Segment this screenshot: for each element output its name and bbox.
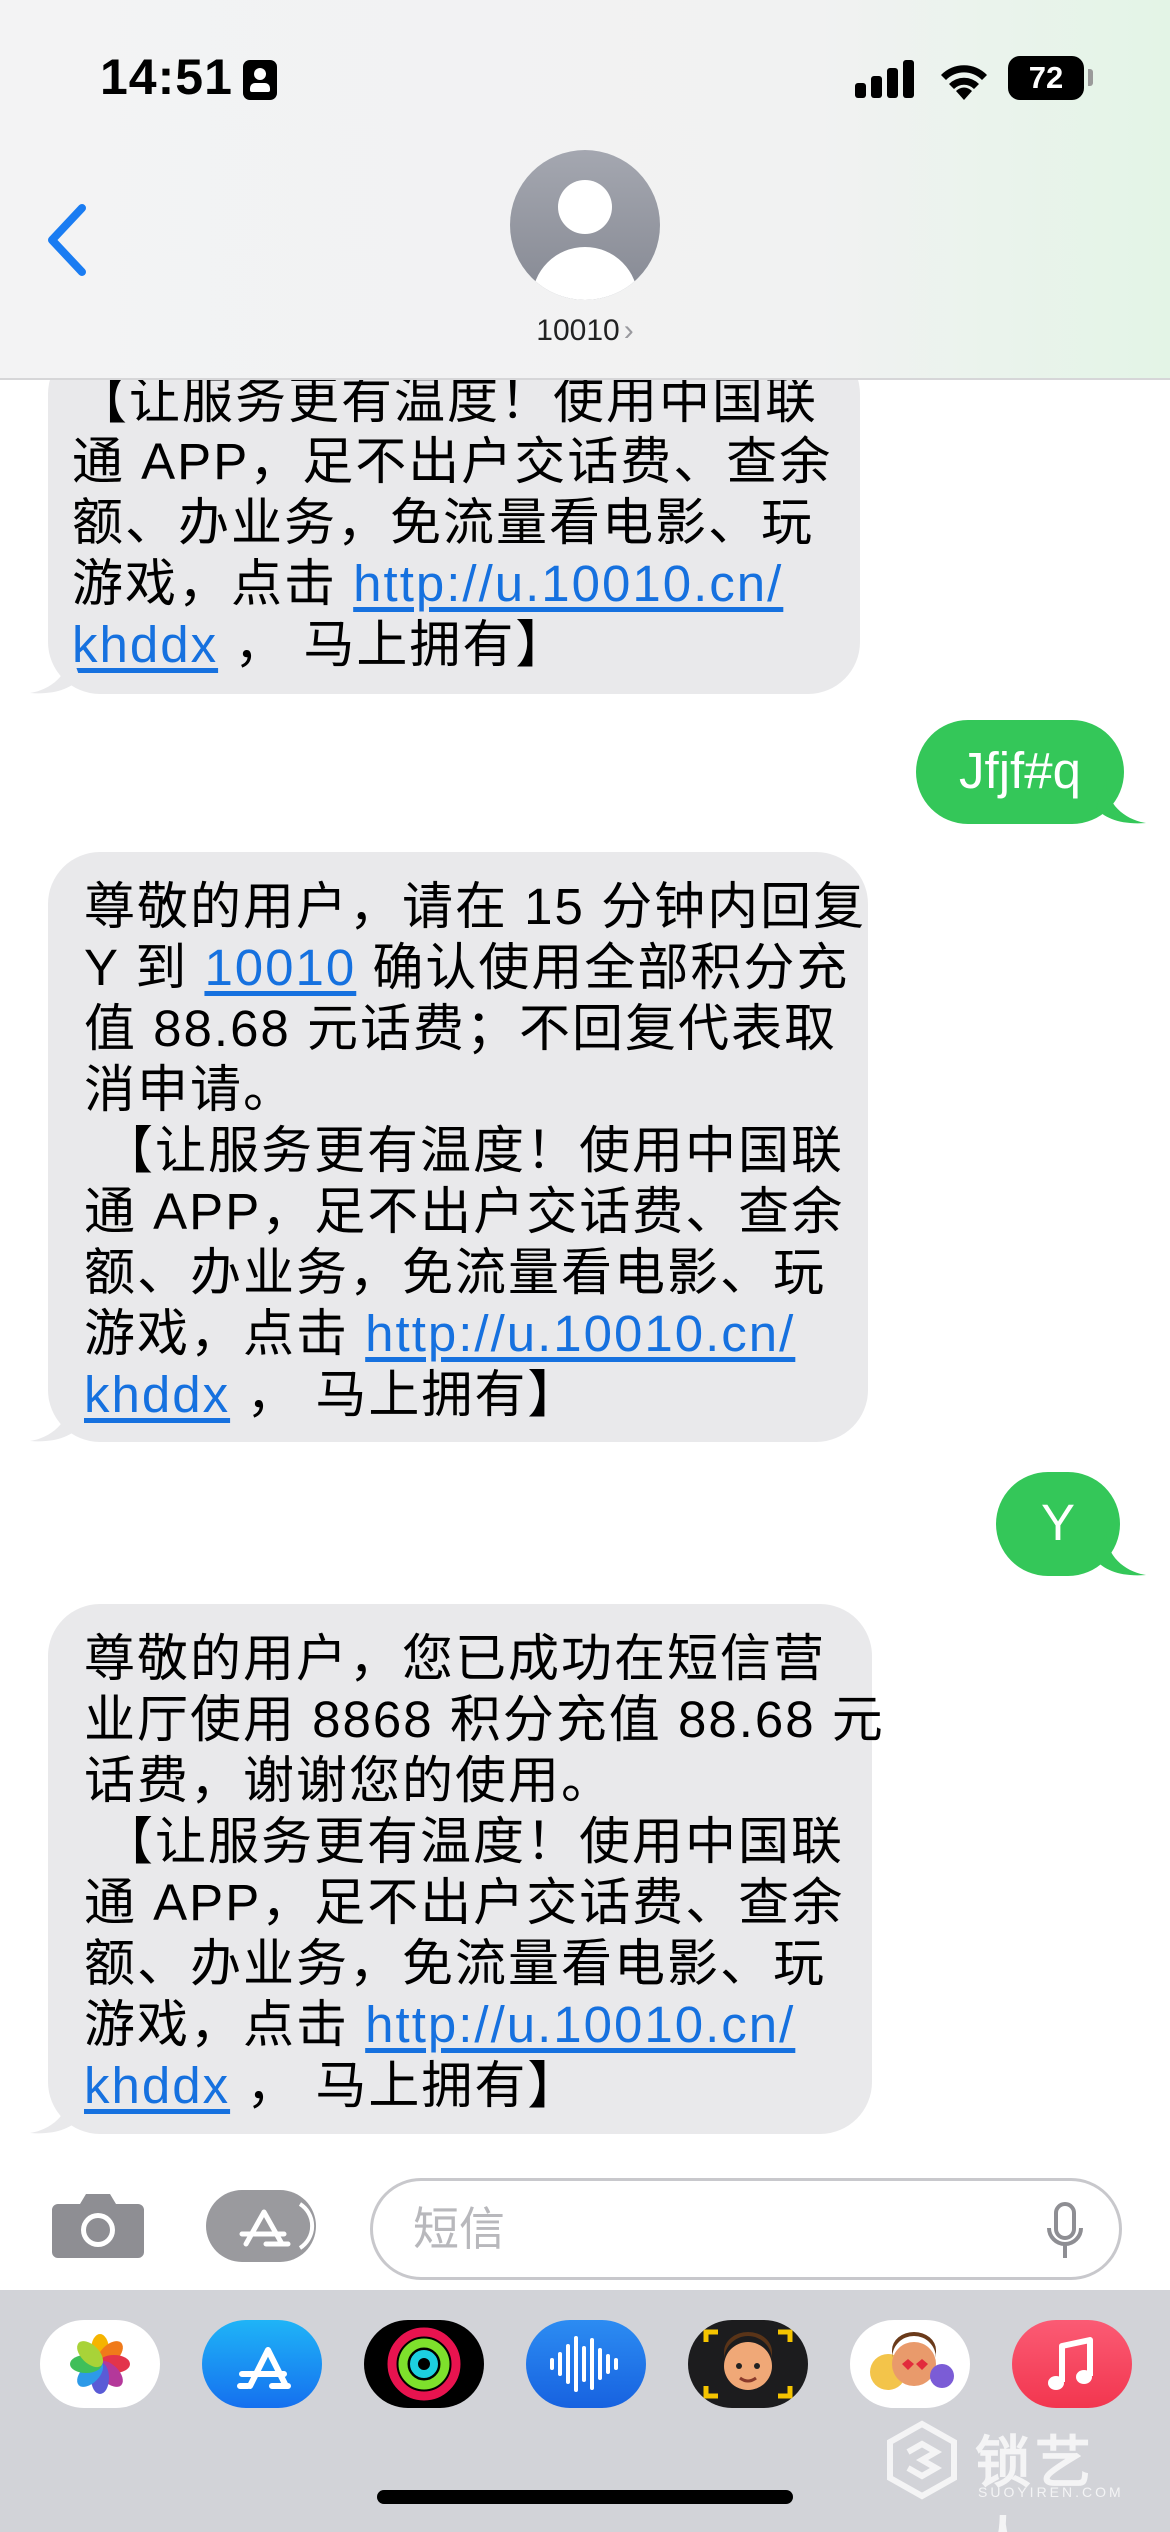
home-indicator[interactable] [377,2490,793,2504]
status-time: 14:51 [100,49,233,105]
message-line: 业厅使用 8868 积分充值 88.68 元 [84,1691,885,1748]
battery-level: 72 [1008,56,1084,100]
message-line: 游戏，点击 http://u.10010.cn/ [84,1303,832,1364]
message-line: 游戏，点击 http://u.10010.cn/ [84,1994,836,2055]
incoming-message-1[interactable]: 【让服务更有温度！使用中国联 通 APP，足不出户交话费、查余 额、办业务，免流… [48,342,860,694]
bubble-tail [30,2090,80,2134]
message-text: Jfjf#q [959,742,1081,799]
message-line: 尊敬的用户，请在 15 分钟内回复 [84,878,867,935]
incoming-message-3[interactable]: 尊敬的用户，您已成功在短信营 业厅使用 8868 积分充值 88.68 元 话费… [48,1604,885,2134]
message-link[interactable]: http://u.10010.cn/ [353,555,783,612]
message-line: 通 APP，足不出户交话费、查余 [72,433,833,490]
chevron-right-icon: › [623,314,634,347]
back-chevron-icon[interactable] [44,200,94,280]
message-text: 确认使用全部积分充 [356,939,850,996]
message-line: 【让服务更有温度！使用中国联 [102,1813,845,1870]
message-line: khddx ， 马上拥有】 [72,614,824,675]
message-line: 游戏，点击 http://u.10010.cn/ [72,553,824,614]
message-text: ， 马上拥有】 [218,616,569,673]
bubble-tail [30,1398,80,1442]
watermark: 锁艺人 SUOYIREN.COM [880,2418,1150,2532]
message-text: 游戏，点击 [84,1305,366,1362]
message-text: Y 到 [84,939,205,996]
message-link-continued[interactable]: khddx [84,1366,230,1423]
microphone-icon[interactable] [1045,2202,1085,2260]
message-line: 额、办业务，免流量看电影、玩 [72,494,815,551]
message-link[interactable]: http://u.10010.cn/ [365,1996,795,2053]
message-line: 【让服务更有温度！使用中国联 [102,1122,845,1179]
conversation-header: 14:51 72 10010 › [0,0,1170,380]
camera-icon[interactable] [50,2188,146,2260]
message-line: 消申请。 [84,1061,297,1118]
message-line: khddx ， 马上拥有】 [84,1364,832,1425]
phone-number-link[interactable]: 10010 [204,939,356,996]
message-line: khddx ， 马上拥有】 [84,2055,836,2116]
app-store-button[interactable] [206,2190,316,2262]
bubble-tail [1096,780,1146,824]
app-store-icon [239,2202,315,2250]
message-text: 游戏，点击 [84,1996,366,2053]
watermark-logo-icon [887,2420,957,2500]
contact-card-icon [243,60,277,100]
incoming-message-2[interactable]: 尊敬的用户，请在 15 分钟内回复 Y 到 10010 确认使用全部积分充 值 … [48,852,868,1442]
battery-tip-icon [1088,69,1093,86]
app-store-icon[interactable] [202,2320,322,2408]
memoji-icon[interactable] [688,2320,808,2408]
message-line: 通 APP，足不出户交话费、查余 [84,1183,845,1240]
photos-app-icon[interactable] [40,2320,160,2408]
message-line: 通 APP，足不出户交话费、查余 [84,1874,845,1931]
message-link-continued[interactable]: khddx [72,616,218,673]
compose-bar [0,2160,1170,2290]
activity-icon[interactable] [364,2320,484,2408]
watermark-subtext: SUOYIREN.COM [978,2484,1124,2500]
bubble-tail [1096,1532,1146,1576]
message-text: 游戏，点击 [72,555,354,612]
bubble-tail [30,650,80,694]
cellular-signal-icon [855,58,915,98]
message-link[interactable]: http://u.10010.cn/ [365,1305,795,1362]
message-link-continued[interactable]: khddx [84,2057,230,2114]
wifi-icon [941,65,987,100]
contact-name-button[interactable]: 10010 › [0,314,1170,348]
message-line: 值 88.68 元话费；不回复代表取 [84,1000,837,1057]
animoji-stickers-icon[interactable] [850,2320,970,2408]
outgoing-message-1[interactable]: Jfjf#q [916,720,1124,824]
message-line: Y 到 10010 确认使用全部积分充 [84,937,847,998]
message-line: 额、办业务，免流量看电影、玩 [84,1244,827,1301]
message-line: 额、办业务，免流量看电影、玩 [84,1935,827,1992]
message-text: ， 马上拥有】 [230,1366,581,1423]
message-line: 话费，谢谢您的使用。 [84,1752,615,1809]
voice-memo-icon[interactable] [526,2320,646,2408]
contact-name: 10010 [536,314,620,347]
watermark-text: 锁艺人 [975,2431,1095,2532]
message-text: ， 马上拥有】 [230,2057,581,2114]
contact-avatar[interactable] [510,150,660,300]
message-input[interactable] [370,2178,1122,2280]
music-icon[interactable] [1012,2320,1132,2408]
message-line: 尊敬的用户，您已成功在短信营 [84,1630,827,1687]
